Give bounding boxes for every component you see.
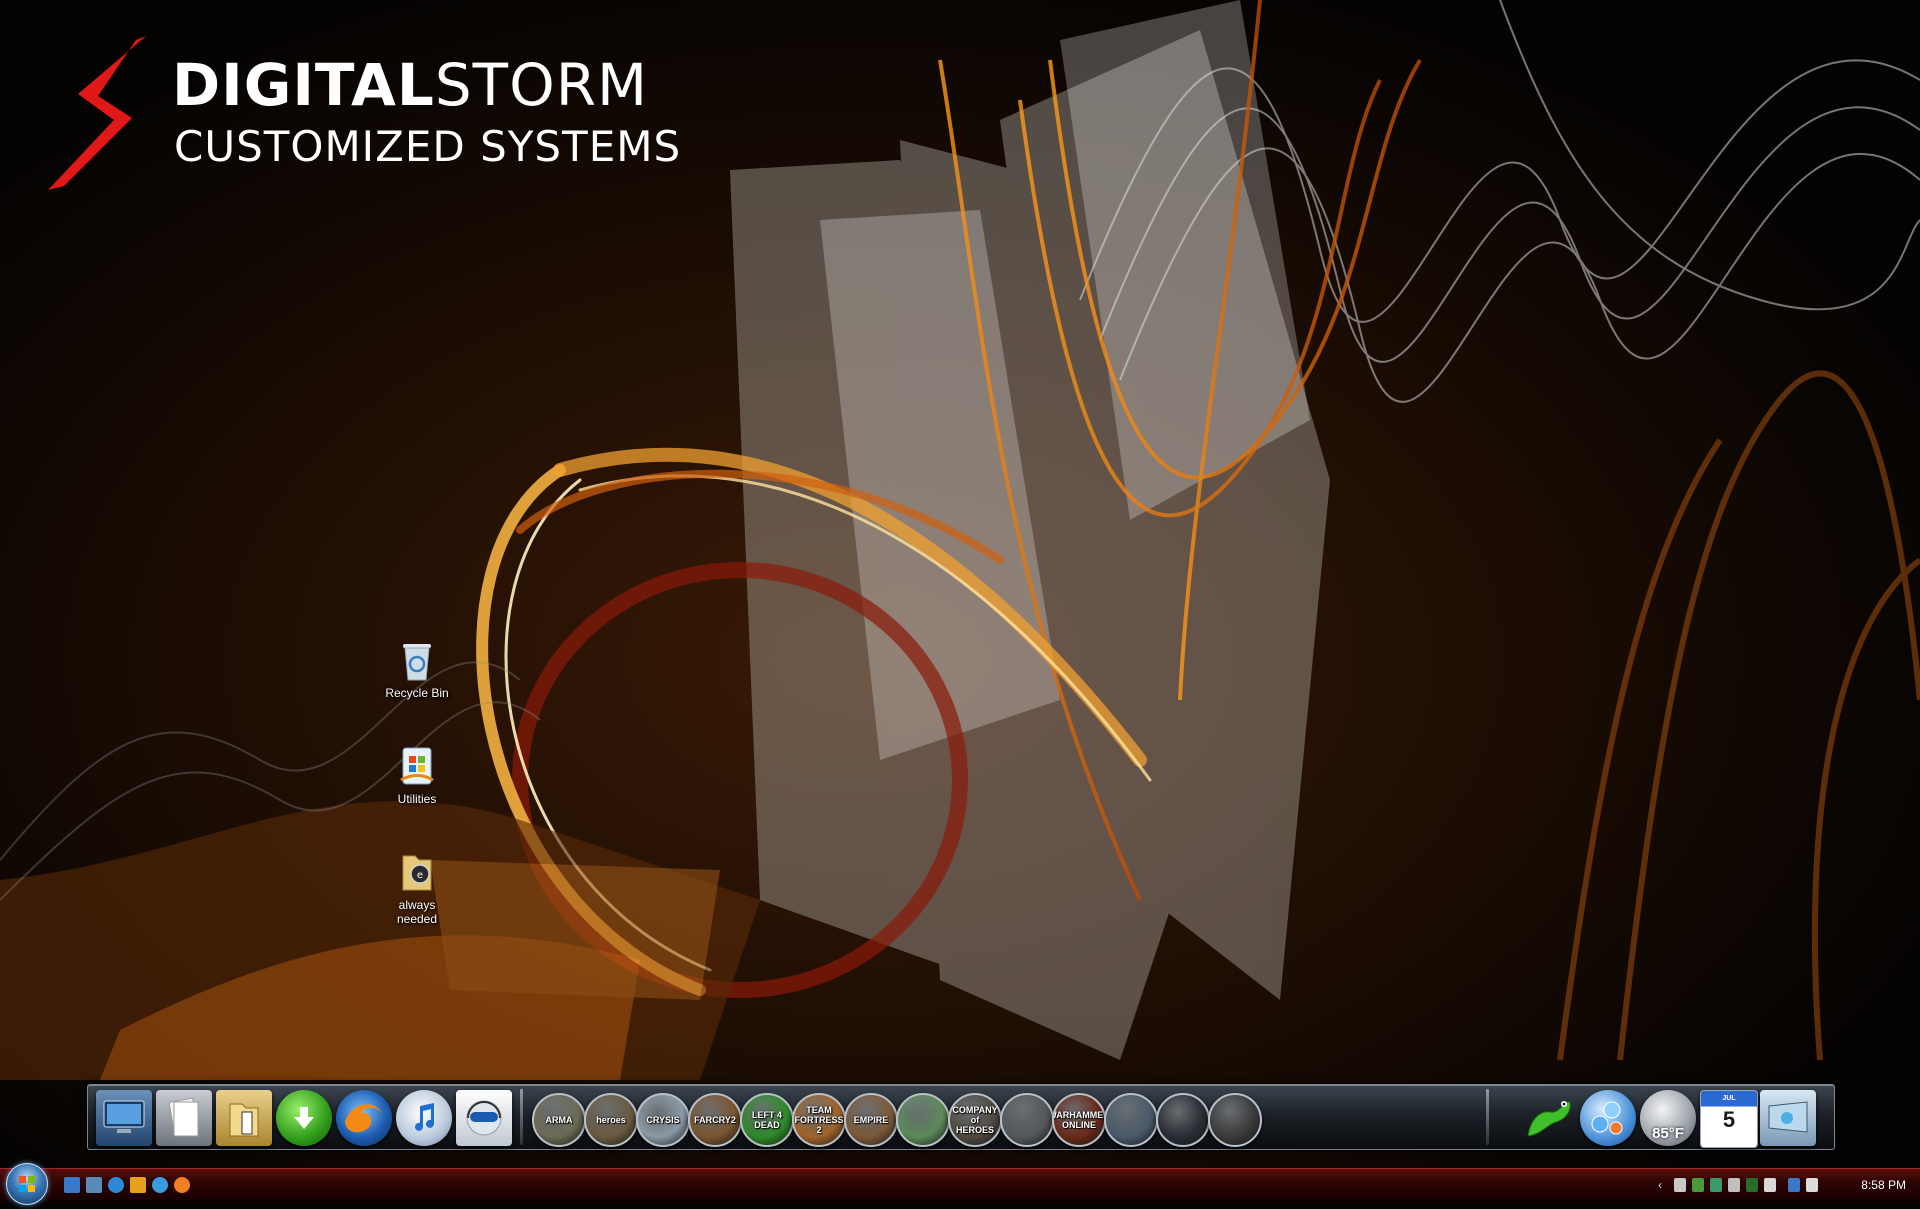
game-launcher-icon[interactable] <box>1000 1093 1054 1147</box>
tray-app-icon[interactable] <box>1692 1178 1704 1192</box>
documents-icon[interactable] <box>156 1090 212 1146</box>
game-launcher-icon[interactable]: COMPANY of HEROES <box>948 1093 1002 1147</box>
game-label: FARCRY2 <box>694 1115 736 1125</box>
desktop-icon-recycle-bin[interactable]: Recycle Bin <box>367 638 467 700</box>
game-label: CRYSIS <box>646 1115 680 1125</box>
brand-name-strong: DIGITAL <box>172 51 435 119</box>
game-launcher-icon[interactable]: ARMA <box>532 1093 586 1147</box>
calendar-day: 5 <box>1722 1107 1736 1132</box>
windows-logo-icon <box>19 1176 35 1192</box>
download-icon[interactable] <box>276 1090 332 1146</box>
desktop-icon-label: Utilities <box>397 792 437 806</box>
messenger-icon[interactable] <box>456 1090 512 1146</box>
itunes-icon[interactable] <box>396 1090 452 1146</box>
tray-expand-chevron-icon[interactable]: ‹ <box>1658 1178 1670 1192</box>
game-label: WARHAMMER ONLINE <box>1054 1110 1104 1130</box>
tray-app-icon[interactable] <box>1746 1178 1758 1192</box>
internet-explorer-icon[interactable] <box>108 1177 124 1193</box>
tray-app-icon[interactable] <box>1764 1178 1776 1192</box>
system-tray: ‹ 8:58 PM <box>1650 1169 1920 1201</box>
dock-separator <box>520 1089 523 1145</box>
bubbles-settings-icon[interactable] <box>1580 1090 1636 1146</box>
game-launcher-icon[interactable]: heroes <box>584 1093 638 1147</box>
game-label: TEAM FORTRESS 2 <box>794 1105 844 1135</box>
recycle-bin-icon <box>397 638 437 682</box>
lightning-bolt-logo-icon <box>48 36 146 190</box>
weather-temperature: 85°F <box>1652 1125 1684 1142</box>
calendar-month: JUL <box>1722 1095 1736 1102</box>
gecko-icon[interactable] <box>1520 1090 1576 1146</box>
desktop-icon-label: Recycle Bin <box>385 686 449 700</box>
tray-app-icon[interactable] <box>1728 1178 1740 1192</box>
switch-windows-icon[interactable] <box>86 1177 102 1193</box>
game-launcher-icon[interactable] <box>1208 1093 1262 1147</box>
firefox-icon[interactable] <box>336 1090 392 1146</box>
game-launcher-icon[interactable]: EMPIRE <box>844 1093 898 1147</box>
game-launcher-icon[interactable] <box>1104 1093 1158 1147</box>
desktop-icon-always-needed[interactable]: e always needed <box>367 850 467 926</box>
brand-name-light: STORM <box>434 51 649 119</box>
game-label: ARMA <box>545 1115 573 1125</box>
calendar-icon[interactable]: JUL 5 <box>1700 1090 1758 1148</box>
volume-icon[interactable] <box>1806 1178 1818 1192</box>
computer-icon[interactable] <box>96 1090 152 1146</box>
tray-app-icon[interactable] <box>1710 1178 1722 1192</box>
network-icon[interactable] <box>1788 1178 1800 1192</box>
desktop-icon-utilities[interactable]: Utilities <box>367 744 467 806</box>
game-launcher-icon[interactable]: TEAM FORTRESS 2 <box>792 1093 846 1147</box>
firefox-icon[interactable] <box>174 1177 190 1193</box>
display-icon[interactable] <box>1760 1090 1816 1146</box>
application-dock: 85°F JUL 5 ARMA heroes CRYSIS FARCRY2 LEFT 4… <box>87 1084 1835 1150</box>
game-launcher-icon[interactable]: FARCRY2 <box>688 1093 742 1147</box>
search-icon[interactable] <box>152 1177 168 1193</box>
folder-icon[interactable] <box>216 1090 272 1146</box>
tray-app-icon[interactable] <box>1674 1178 1686 1192</box>
weather-moon-icon[interactable]: 85°F <box>1640 1090 1696 1146</box>
show-desktop-icon[interactable] <box>64 1177 80 1193</box>
folder-icon: e <box>397 850 437 894</box>
game-label: COMPANY of HEROES <box>952 1105 998 1135</box>
dock-separator <box>1486 1089 1489 1145</box>
clock[interactable]: 8:58 PM <box>1861 1178 1906 1192</box>
media-player-icon[interactable] <box>130 1177 146 1193</box>
brand-name: DIGITALSTORM <box>172 56 648 114</box>
utilities-icon <box>397 744 437 788</box>
taskbar: ‹ 8:58 PM <box>0 1163 1920 1205</box>
game-launcher-icon[interactable]: LEFT 4 DEAD <box>740 1093 794 1147</box>
game-label: EMPIRE <box>853 1115 889 1125</box>
desktop-icon-label: always needed <box>396 898 438 926</box>
game-label: LEFT 4 DEAD <box>751 1110 782 1130</box>
game-launcher-icon[interactable]: CRYSIS <box>636 1093 690 1147</box>
game-label: heroes <box>596 1115 626 1125</box>
start-button[interactable] <box>6 1163 48 1205</box>
game-launcher-icon[interactable] <box>1156 1093 1210 1147</box>
svg-text:e: e <box>417 870 423 881</box>
digitalstorm-logo: DIGITALSTORM CUSTOMIZED SYSTEMS <box>44 34 684 194</box>
game-launcher-icon[interactable]: WARHAMMER ONLINE <box>1052 1093 1106 1147</box>
game-launcher-icon[interactable] <box>896 1093 950 1147</box>
brand-tagline: CUSTOMIZED SYSTEMS <box>174 122 682 171</box>
